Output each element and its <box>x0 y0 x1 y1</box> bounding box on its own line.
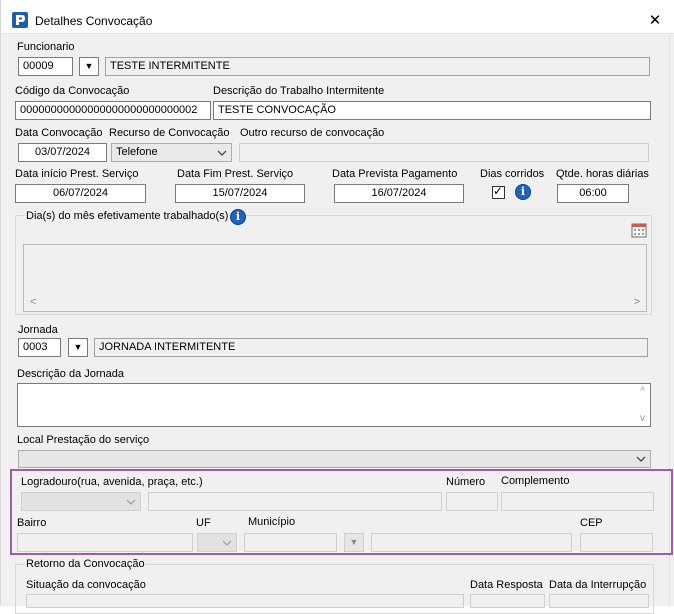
local-label: Local Prestação do serviço <box>17 434 150 446</box>
recurso-select[interactable]: Telefone <box>111 143 232 162</box>
qtde-horas-label: Qtde. horas diárias <box>556 168 649 180</box>
close-icon[interactable]: ✕ <box>635 8 674 34</box>
retorno-group-label: Retorno da Convocação <box>25 558 146 570</box>
municipio-label: Município <box>248 516 296 528</box>
data-inicio-label: Data início Prest. Serviço <box>15 168 139 180</box>
dropdown-triangle-icon: ▼ <box>73 342 83 352</box>
bairro-input[interactable] <box>17 533 193 552</box>
logradouro-type-select[interactable] <box>21 492 141 511</box>
window-title: Detalhes Convocação <box>35 14 153 28</box>
data-prevista-label: Data Prevista Pagamento <box>332 168 458 180</box>
app-icon <box>12 12 28 28</box>
qtde-horas-input[interactable]: 06:00 <box>557 184 629 203</box>
descricao-jornada-textarea[interactable]: ^ v <box>17 383 651 427</box>
data-fim-input[interactable]: 15/07/2024 <box>175 184 305 203</box>
complemento-label: Complemento <box>501 475 570 487</box>
data-interrupcao-label: Data da Interrupção <box>549 579 647 591</box>
local-select[interactable] <box>18 450 651 468</box>
scroll-up-icon[interactable]: ^ <box>640 386 645 397</box>
horizontal-scrollbar[interactable]: < > <box>24 295 646 311</box>
descricao-trabalho-label: Descrição do Trabalho Intermitente <box>213 85 385 97</box>
calendar-icon[interactable] <box>631 222 647 238</box>
bairro-label: Bairro <box>17 517 47 529</box>
data-convocacao-label: Data Convocação <box>15 127 103 139</box>
situacao-label: Situação da convocação <box>26 579 146 591</box>
outro-recurso-input[interactable] <box>239 143 649 162</box>
dropdown-triangle-icon: ▼ <box>84 61 94 71</box>
logradouro-input[interactable] <box>148 492 442 511</box>
info-icon[interactable]: i <box>515 184 531 200</box>
jornada-lookup-button[interactable]: ▼ <box>68 338 88 357</box>
check-icon: ✓ <box>493 184 504 198</box>
uf-label: UF <box>196 517 211 529</box>
data-inicio-input[interactable]: 06/07/2024 <box>15 184 146 203</box>
numero-label: Número <box>446 476 486 488</box>
info-icon[interactable]: i <box>230 209 246 225</box>
jornada-name-field: JORNADA INTERMITENTE <box>94 338 648 357</box>
chevron-down-icon <box>222 540 232 546</box>
scroll-down-icon[interactable]: v <box>640 413 645 424</box>
data-resposta-label: Data Resposta <box>470 579 543 591</box>
convocacao-window: Detalhes Convocação ✕ Funcionario 00009 … <box>0 0 674 614</box>
chevron-down-icon <box>217 150 227 156</box>
funcionario-code-input[interactable]: 00009 <box>18 57 73 76</box>
scroll-right-icon[interactable]: > <box>634 296 640 308</box>
title-bar: Detalhes Convocação ✕ <box>1 0 674 34</box>
numero-input[interactable] <box>446 492 498 511</box>
municipio-code-input[interactable] <box>244 533 337 552</box>
dropdown-triangle-icon: ▼ <box>349 537 359 547</box>
scroll-left-icon[interactable]: < <box>30 296 36 308</box>
codigo-input[interactable]: 00000000000000000000000000002 <box>15 101 211 120</box>
funcionario-label: Funcionario <box>17 41 75 53</box>
recurso-value: Telefone <box>116 146 158 158</box>
dias-corridos-checkbox[interactable]: ✓ <box>492 184 505 199</box>
descricao-jornada-label: Descrição da Jornada <box>17 368 125 380</box>
recurso-label: Recurso de Convocação <box>109 127 230 139</box>
dias-corridos-label: Dias corridos <box>480 168 545 180</box>
data-convocacao-input[interactable]: 03/07/2024 <box>18 143 107 162</box>
funcionario-name-field: TESTE INTERMITENTE <box>105 57 650 76</box>
dias-mes-list[interactable]: < > <box>23 244 647 312</box>
complemento-input[interactable] <box>501 492 654 511</box>
jornada-code-input[interactable]: 0003 <box>18 338 61 357</box>
chevron-down-icon <box>126 499 136 505</box>
municipio-lookup-button[interactable]: ▼ <box>344 533 364 552</box>
municipio-name-field <box>371 533 572 552</box>
cep-label: CEP <box>580 517 603 529</box>
codigo-label: Código da Convocação <box>15 85 130 97</box>
data-prevista-input[interactable]: 16/07/2024 <box>334 184 464 203</box>
uf-select[interactable] <box>197 533 237 552</box>
funcionario-lookup-button[interactable]: ▼ <box>79 57 99 76</box>
cep-input[interactable] <box>580 533 653 552</box>
dias-mes-label: Dia(s) do mês efetivamente trabalhado(s) <box>25 210 230 222</box>
jornada-label: Jornada <box>18 324 58 336</box>
data-fim-label: Data Fim Prest. Serviço <box>177 168 294 180</box>
descricao-trabalho-input[interactable]: TESTE CONVOCAÇÃO <box>213 101 651 120</box>
logradouro-label: Logradouro(rua, avenida, praça, etc.) <box>21 476 203 488</box>
outro-recurso-label: Outro recurso de convocação <box>240 127 385 139</box>
chevron-down-icon <box>636 456 646 462</box>
